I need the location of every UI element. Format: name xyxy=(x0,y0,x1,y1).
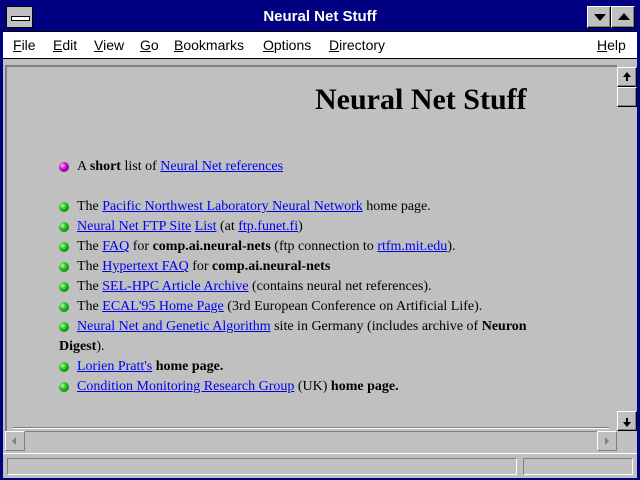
menu-options[interactable]: Options xyxy=(263,37,311,53)
menu-edit[interactable]: Edit xyxy=(53,37,77,53)
green-ball-icon xyxy=(59,362,69,372)
list-item: The Pacific Northwest Laboratory Neural … xyxy=(77,199,431,214)
green-ball-icon xyxy=(59,322,69,332)
list-item-continuation: Digest). xyxy=(59,339,105,354)
scroll-up-icon[interactable] xyxy=(617,67,637,87)
list-item: The SEL-HPC Article Archive (contains ne… xyxy=(77,279,432,294)
progress-indicator xyxy=(523,458,633,475)
pnl-neural-network-link[interactable]: Pacific Northwest Laboratory Neural Netw… xyxy=(102,199,362,214)
genetic-algorithm-link[interactable]: Neural Net and Genetic Algorithm xyxy=(77,319,271,334)
page-content[interactable]: Neural Net Stuff A short list of Neural … xyxy=(5,65,617,431)
status-bar xyxy=(3,453,637,478)
title-bar: Neural Net Stuff xyxy=(3,3,637,32)
scroll-right-icon[interactable] xyxy=(597,431,617,451)
hypertext-faq-link[interactable]: Hypertext FAQ xyxy=(102,259,188,274)
menu-bookmarks[interactable]: Bookmarks xyxy=(174,37,244,53)
menu-view[interactable]: View xyxy=(94,37,124,53)
list-item: The Hypertext FAQ for comp.ai.neural-net… xyxy=(77,259,331,274)
ftp-site-link[interactable]: Neural Net FTP Site xyxy=(77,219,191,234)
menu-directory[interactable]: Directory xyxy=(329,37,385,53)
menu-go[interactable]: Go xyxy=(140,37,159,53)
list-item: The FAQ for comp.ai.neural-nets (ftp con… xyxy=(77,239,456,254)
browser-window: Neural Net Stuff File Edit View Go Bookm… xyxy=(0,0,640,480)
horizontal-scroll-track[interactable] xyxy=(25,431,597,451)
page-title: Neural Net Stuff xyxy=(315,83,527,116)
condition-monitoring-link[interactable]: Condition Monitoring Research Group xyxy=(77,379,294,394)
green-ball-icon xyxy=(59,242,69,252)
ftp-funet-link[interactable]: ftp.funet.fi xyxy=(238,219,298,234)
neural-net-references-link[interactable]: Neural Net references xyxy=(160,159,283,174)
rtfm-link[interactable]: rtfm.mit.edu xyxy=(377,239,447,254)
lorien-pratt-link[interactable]: Lorien Pratt's xyxy=(77,359,152,374)
window-title: Neural Net Stuff xyxy=(263,8,377,25)
ftp-list-link[interactable]: List xyxy=(195,219,217,234)
list-item: The ECAL'95 Home Page (3rd European Conf… xyxy=(77,299,483,314)
minimize-icon[interactable] xyxy=(587,6,611,28)
green-ball-icon xyxy=(59,222,69,232)
faq-link[interactable]: FAQ xyxy=(102,239,129,254)
list-item: Condition Monitoring Research Group (UK)… xyxy=(77,379,399,394)
green-ball-icon xyxy=(59,282,69,292)
scroll-left-icon[interactable] xyxy=(5,431,25,451)
green-ball-icon xyxy=(59,302,69,312)
green-ball-icon xyxy=(59,382,69,392)
green-ball-icon xyxy=(59,262,69,272)
scroll-down-icon[interactable] xyxy=(617,411,637,431)
intro-line: A short list of Neural Net references xyxy=(77,159,284,174)
list-item: Neural Net FTP Site List (at ftp.funet.f… xyxy=(77,219,303,234)
divider xyxy=(13,427,609,429)
green-ball-icon xyxy=(59,202,69,212)
maximize-icon[interactable] xyxy=(611,6,635,28)
ecal95-link[interactable]: ECAL'95 Home Page xyxy=(102,299,224,314)
status-message xyxy=(7,458,517,475)
menu-help[interactable]: Help xyxy=(597,37,626,53)
list-item: Neural Net and Genetic Algorithm site in… xyxy=(77,319,527,334)
horizontal-scrollbar[interactable] xyxy=(5,431,617,451)
menu-file[interactable]: File xyxy=(13,37,36,53)
list-item: Lorien Pratt's home page. xyxy=(77,359,224,374)
menu-bar: File Edit View Go Bookmarks Options Dire… xyxy=(3,32,637,59)
scroll-thumb[interactable] xyxy=(617,87,637,107)
pink-ball-icon xyxy=(59,162,69,172)
sel-hpc-link[interactable]: SEL-HPC Article Archive xyxy=(102,279,248,294)
vertical-scrollbar[interactable] xyxy=(617,65,637,431)
